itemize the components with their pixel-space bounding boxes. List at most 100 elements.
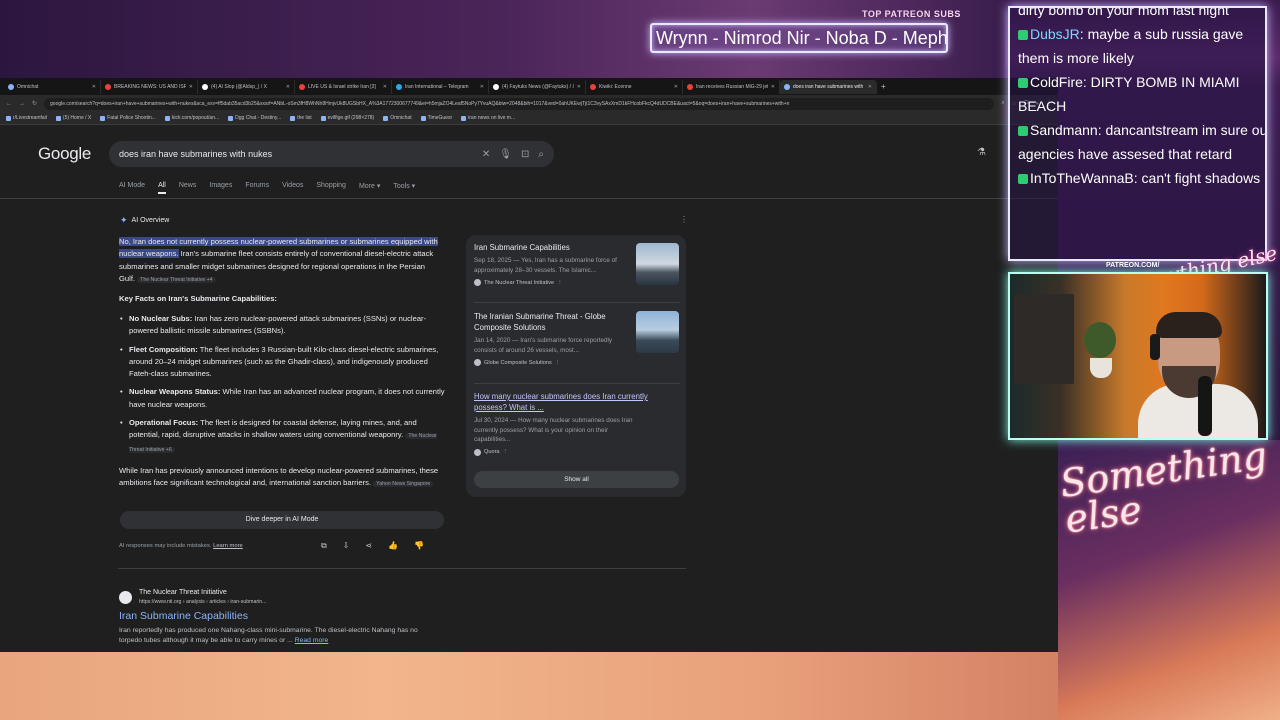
bookmark-item[interactable]: iran news on live m... — [461, 115, 515, 121]
show-all-button[interactable]: Show all — [474, 471, 679, 488]
copy-icon[interactable]: ⧉ — [321, 541, 327, 551]
bookmark-item[interactable]: r/Livestreamfail — [6, 115, 47, 121]
chat-message: ColdFire: DIRTY BOMB IN MIAMI BEACH — [1018, 70, 1265, 118]
browser-tab[interactable]: does iran have submarines with ✕ — [780, 79, 877, 94]
bookmark-item[interactable]: kick.com/popout/an... — [164, 115, 219, 121]
new-tab-icon[interactable]: + — [881, 82, 886, 91]
source-more-icon[interactable]: ⋮ — [555, 360, 561, 366]
chat-overlay: dirty bomb on your mom last night DubsJR:… — [1008, 6, 1267, 261]
chat-username[interactable]: DubsJR — [1030, 26, 1080, 42]
ai-overview-header: ✦ AI Overview — [120, 215, 169, 226]
source-title[interactable]: How many nuclear submarines does Iran cu… — [474, 391, 674, 413]
bookmark-item[interactable]: the list — [290, 115, 312, 121]
google-logo[interactable]: Google — [38, 144, 91, 164]
labs-icon[interactable]: ⚗ — [977, 147, 986, 158]
bookmark-item[interactable]: Fatal Police Shootin... — [100, 115, 156, 121]
close-tab-icon[interactable]: ✕ — [868, 84, 872, 90]
search-tab[interactable]: News — [179, 182, 197, 194]
submarine-flag-thumbnail[interactable] — [636, 311, 679, 353]
thumbs-down-icon[interactable]: 👎 — [414, 541, 424, 551]
bookmark-item[interactable]: Dgg Chat - Destiny... — [228, 115, 281, 121]
browser-tab[interactable]: Iran International – Telegram ✕ — [392, 79, 489, 94]
submarine-thumbnail[interactable] — [636, 243, 679, 285]
source-more-icon[interactable]: ⋮ — [503, 449, 509, 455]
thumbs-up-icon[interactable]: 👍 — [388, 541, 398, 551]
key-fact-label: Nuclear Weapons Status: — [129, 387, 221, 397]
search-tab[interactable]: All — [158, 182, 166, 194]
browser-tab[interactable]: (4) AI Slop (@Aldsp_) / X ✕ — [198, 79, 295, 94]
key-fact-item: Fleet Composition: The fleet includes 3 … — [119, 344, 449, 381]
browser-tab[interactable]: Iran receives Russian MiG-29 jets ✕ — [683, 79, 780, 94]
bookmark-item[interactable]: TimeGuesr — [420, 115, 452, 121]
search-box[interactable]: does iran have submarines with nukes ✕ 🎙… — [109, 141, 554, 167]
webcam-pot — [1090, 358, 1112, 378]
bookmark-item[interactable]: (5) Home / X — [55, 115, 91, 121]
browser-tab[interactable]: Kiwiki: Ecenne ✕ — [586, 79, 683, 94]
search-tab[interactable]: Forums — [245, 182, 269, 194]
tab-label: LIVE US & Israel strike Iran [3] — [308, 83, 376, 90]
mic-icon[interactable]: 🎙 — [499, 149, 512, 160]
source-snippet: Jul 30, 2024 — How many nuclear submarin… — [474, 417, 633, 444]
citation-chip[interactable]: The Nuclear Threat Initiative +4 — [137, 276, 216, 283]
chat-message: dirty bomb on your mom last night — [1018, 8, 1265, 22]
learn-more-link[interactable]: Learn more — [213, 543, 243, 549]
back-icon[interactable]: ← — [6, 101, 12, 107]
browser-tab[interactable]: (4) Faytuks News (@Faytuks) / X ✕ — [489, 79, 586, 94]
bookmark-item[interactable]: evilfige.gif (298×278) — [320, 115, 374, 121]
search-tab[interactable]: AI Mode — [119, 182, 145, 194]
tab-favicon — [396, 83, 402, 90]
result-title[interactable]: Iran Submarine Capabilities — [119, 610, 248, 622]
forward-icon[interactable]: → — [19, 101, 25, 107]
reload-icon[interactable]: ↻ — [32, 100, 37, 107]
chat-badge-icon — [1018, 30, 1028, 40]
bookmark-item[interactable]: Omnichat — [383, 115, 412, 121]
results-divider — [118, 568, 686, 569]
source-divider — [474, 302, 680, 303]
chat-username[interactable]: InToTheWannaB — [1030, 170, 1134, 186]
zoom-icon[interactable]: ⌕ — [1001, 100, 1004, 107]
tab-favicon — [493, 83, 499, 90]
chat-username[interactable]: Sandmann — [1030, 122, 1098, 138]
search-tab[interactable]: Tools ▾ — [393, 182, 415, 194]
close-tab-icon[interactable]: ✕ — [383, 84, 387, 90]
close-tab-icon[interactable]: ✕ — [577, 84, 581, 90]
browser-tab[interactable]: BREAKING NEWS: US AND ISRAEL✕ — [101, 79, 198, 94]
search-tab[interactable]: More ▾ — [359, 182, 380, 194]
browser-tab[interactable]: LIVE US & Israel strike Iran [3] ✕ — [295, 79, 392, 94]
patreon-names-marquee: Wrynn - Nimrod Nir - Noba D - Mephe — [650, 23, 948, 53]
webcam-shelf — [1014, 294, 1074, 384]
search-tab[interactable]: Videos — [282, 182, 303, 194]
result-url[interactable]: https://www.nti.org › analysis › article… — [139, 599, 266, 605]
close-tab-icon[interactable]: ✕ — [480, 84, 484, 90]
result-site-name[interactable]: The Nuclear Threat Initiative — [139, 589, 227, 596]
export-icon[interactable]: ⇩ — [343, 541, 350, 551]
close-tab-icon[interactable]: ✕ — [674, 84, 678, 90]
read-more-link[interactable]: Read more — [295, 637, 329, 644]
search-icon[interactable]: ⌕ — [538, 149, 544, 160]
citation-chip[interactable]: Yahoo News Singapore — [373, 481, 434, 488]
browser-tab[interactable]: Omnichat ✕ — [4, 79, 101, 94]
close-tab-icon[interactable]: ✕ — [771, 84, 775, 90]
chat-badge-icon — [1018, 78, 1028, 88]
chat-message: DubsJR: maybe a sub russia gave them is … — [1018, 22, 1265, 70]
bookmark-favicon — [100, 115, 106, 121]
source-title[interactable]: The Iranian Submarine Threat - Globe Com… — [474, 311, 629, 333]
dive-deeper-button[interactable]: Dive deeper in AI Mode — [120, 511, 444, 529]
more-options-icon[interactable]: ⋮ — [680, 215, 688, 224]
search-tab[interactable]: Shopping — [316, 182, 346, 194]
close-tab-icon[interactable]: ✕ — [286, 84, 290, 90]
source-more-icon[interactable]: ⋮ — [557, 280, 563, 286]
chat-username[interactable]: ColdFire — [1030, 74, 1083, 90]
source-card[interactable]: How many nuclear submarines does Iran cu… — [474, 391, 680, 456]
bookmark-label: r/Livestreamfail — [13, 115, 47, 121]
share-icon[interactable]: ⋖ — [365, 541, 372, 551]
close-tab-icon[interactable]: ✕ — [92, 84, 96, 90]
source-title[interactable]: Iran Submarine Capabilities — [474, 242, 629, 253]
bookmark-favicon — [164, 115, 170, 121]
close-tab-icon[interactable]: ✕ — [189, 84, 193, 90]
url-field[interactable]: google.com/search?q=does+iran+have+subma… — [44, 97, 995, 110]
clear-icon[interactable]: ✕ — [482, 149, 490, 160]
search-tab[interactable]: Images — [209, 182, 232, 194]
lens-icon[interactable]: ⊡ — [521, 149, 529, 160]
search-input[interactable]: does iran have submarines with nukes — [119, 149, 473, 159]
